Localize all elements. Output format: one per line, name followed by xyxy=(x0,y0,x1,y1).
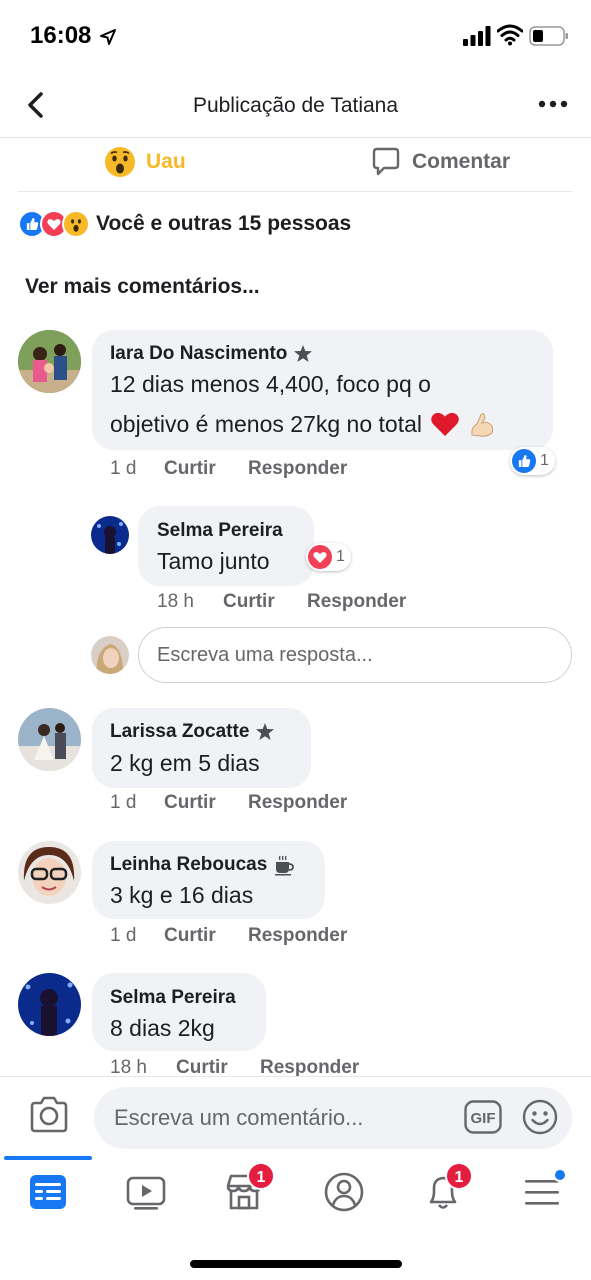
reactions-summary[interactable]: Você e outras 15 pessoas xyxy=(18,210,351,238)
post-header: Publicação de Tatiana xyxy=(0,72,591,138)
more-options-icon[interactable] xyxy=(538,94,568,114)
comment-bubble[interactable]: Selma Pereira 8 dias 2kg xyxy=(92,973,266,1051)
comment-author-row: Larissa Zocatte xyxy=(110,721,275,743)
battery-icon xyxy=(529,26,568,46)
reaction-uau-button[interactable]: Uau xyxy=(104,146,186,178)
avatar-photo-icon xyxy=(18,708,81,771)
comment-bubble[interactable]: Larissa Zocatte 2 kg em 5 dias xyxy=(92,708,311,788)
menu-notification-dot xyxy=(553,1168,567,1182)
avatar[interactable] xyxy=(91,516,129,554)
comment-author-row: Iara Do Nascimento xyxy=(110,343,313,365)
comment-author[interactable]: Iara Do Nascimento xyxy=(110,343,287,365)
reply-comment-button[interactable]: Responder xyxy=(248,925,347,947)
reply-comment-button[interactable]: Responder xyxy=(307,591,406,613)
comment-time: 1 d xyxy=(110,458,137,479)
emoji-smile-icon[interactable] xyxy=(522,1099,558,1135)
comment-text-line: objetivo é menos 27kg no total xyxy=(110,411,422,437)
comment-author-row: Selma Pereira xyxy=(157,520,283,542)
comment-meta: 1 d Curtir Responder xyxy=(110,925,347,947)
comment-text: Tamo junto xyxy=(157,548,270,574)
comment-reaction-count[interactable]: 1 xyxy=(510,447,555,475)
wow-reaction-icon xyxy=(62,210,90,238)
status-time: 16:08 xyxy=(30,22,92,49)
marketplace-badge: 1 xyxy=(247,1162,275,1190)
coffee-badge-icon xyxy=(275,855,295,876)
tab-watch[interactable] xyxy=(124,1170,168,1214)
current-user-avatar xyxy=(91,636,129,674)
tab-news-feed[interactable] xyxy=(26,1170,70,1214)
reply-input[interactable]: Escreva uma resposta... xyxy=(138,627,572,683)
cellular-signal-icon xyxy=(463,26,491,46)
comment-meta: 18 h Curtir Responder xyxy=(157,591,406,613)
comment-meta: 1 d Curtir Responder xyxy=(110,458,347,480)
reaction-count: 1 xyxy=(540,452,549,469)
comment-input-placeholder: Escreva um comentário... xyxy=(114,1105,364,1130)
comment-input[interactable]: Escreva um comentário... GIF xyxy=(94,1087,572,1149)
comment-label: Comentar xyxy=(412,150,511,173)
comment-reaction-count[interactable]: 1 xyxy=(306,543,351,571)
top-fan-badge-icon xyxy=(294,345,313,362)
comment-text-line-wrap: objetivo é menos 27kg no total xyxy=(110,404,498,444)
comment-author-row: Selma Pereira xyxy=(110,987,236,1009)
avatar-photo-icon xyxy=(91,636,129,674)
comment-time: 18 h xyxy=(157,591,194,612)
view-more-comments-link[interactable]: Ver mais comentários... xyxy=(25,275,260,299)
like-comment-button[interactable]: Curtir xyxy=(164,458,248,480)
tab-profile[interactable] xyxy=(322,1170,366,1214)
avatar[interactable] xyxy=(18,841,81,904)
notifications-badge: 1 xyxy=(445,1162,473,1190)
comment-time: 1 d xyxy=(110,925,137,946)
gif-label: GIF xyxy=(471,1110,496,1127)
avatar-photo-icon xyxy=(18,973,81,1036)
red-heart-emoji-icon xyxy=(431,412,459,436)
post-actions: Uau Comentar xyxy=(18,138,572,192)
comment-bubble-icon xyxy=(372,147,400,176)
comment-text: 12 dias menos 4,400, foco pq o objetivo … xyxy=(110,364,498,444)
avatar-photo-icon xyxy=(18,330,81,393)
comment-text-line: 12 dias menos 4,400, foco pq o xyxy=(110,371,431,397)
like-reaction-icon xyxy=(512,449,536,473)
comment-text: 8 dias 2kg xyxy=(110,1015,215,1041)
like-comment-button[interactable]: Curtir xyxy=(164,792,248,814)
wow-emoji-icon xyxy=(105,147,135,177)
comment-meta: 1 d Curtir Responder xyxy=(110,792,347,814)
comment-text: 2 kg em 5 dias xyxy=(110,750,260,776)
comment-bubble[interactable]: Iara Do Nascimento 12 dias menos 4,400, … xyxy=(92,330,553,450)
love-reaction-icon xyxy=(308,545,332,569)
avatar-photo-icon xyxy=(18,841,81,904)
flexed-biceps-emoji-icon xyxy=(471,413,494,437)
comment-composer: Escreva um comentário... GIF xyxy=(0,1076,591,1156)
active-tab-indicator xyxy=(4,1156,92,1160)
reply-bubble[interactable]: Selma Pereira Tamo junto xyxy=(138,506,314,586)
gif-icon[interactable]: GIF xyxy=(464,1100,502,1134)
comment-author[interactable]: Larissa Zocatte xyxy=(110,721,249,743)
camera-icon[interactable] xyxy=(28,1095,70,1135)
reply-comment-button[interactable]: Responder xyxy=(248,458,347,480)
status-bar: 16:08 xyxy=(0,0,591,72)
reactions-text: Você e outras 15 pessoas xyxy=(96,212,352,235)
comment-button[interactable]: Comentar xyxy=(370,146,510,178)
uau-label: Uau xyxy=(146,150,186,173)
avatar[interactable] xyxy=(18,708,81,771)
avatar[interactable] xyxy=(18,330,81,393)
home-indicator xyxy=(190,1260,402,1268)
reaction-count: 1 xyxy=(336,548,345,565)
reply-comment-button[interactable]: Responder xyxy=(248,792,347,814)
comment-author[interactable]: Leinha Reboucas xyxy=(110,854,267,876)
page-title: Publicação de Tatiana xyxy=(192,94,399,117)
top-fan-badge-icon xyxy=(256,723,275,740)
location-arrow-icon xyxy=(100,29,116,45)
like-comment-button[interactable]: Curtir xyxy=(164,925,248,947)
comment-author[interactable]: Selma Pereira xyxy=(110,987,236,1009)
wifi-icon xyxy=(497,24,523,46)
like-comment-button[interactable]: Curtir xyxy=(223,591,307,613)
comment-time: 1 d xyxy=(110,792,137,813)
comment-author-row: Leinha Reboucas xyxy=(110,854,295,876)
avatar[interactable] xyxy=(18,973,81,1036)
comment-text: 3 kg e 16 dias xyxy=(110,882,254,908)
comment-bubble[interactable]: Leinha Reboucas 3 kg e 16 dias xyxy=(92,841,325,919)
comment-author[interactable]: Selma Pereira xyxy=(157,520,283,542)
avatar-photo-icon xyxy=(91,516,129,554)
